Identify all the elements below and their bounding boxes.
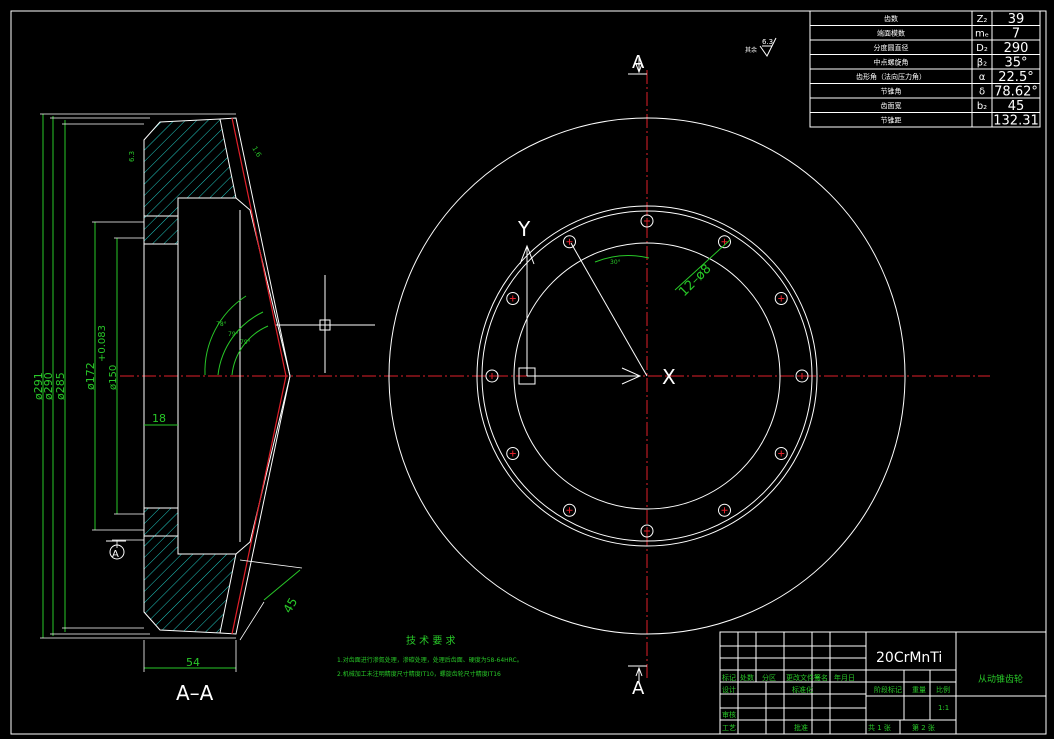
notes-title: 技 术 要 求 (406, 634, 456, 647)
tb-review: 审核 (722, 710, 736, 719)
centerlines (120, 70, 990, 680)
hole-count-dim: 12–ø8 (674, 239, 731, 300)
param-symbol: b₂ (977, 101, 987, 112)
param-name: 齿面宽 (881, 101, 902, 110)
param-symbol: α (979, 72, 986, 83)
dim-tilt: 1.6 (250, 145, 263, 159)
tb-zone: 分区 (762, 673, 776, 682)
drawing-canvas: 齿数 Z₂ 39 端面模数 mₑ 7 分度圆直径 D₂ 290 中点螺旋角 β₂ 35° 齿形角（法向压… (10, 10, 1047, 735)
dim-d150: ø150 (108, 365, 119, 390)
tb-approve: 批准 (794, 723, 808, 732)
notes-line-2: 2.机械加工未注明精度尺寸精度IT10，螺旋齿轮尺寸精度IT16 (337, 670, 501, 678)
param-name: 齿形角（法向压力角） (856, 72, 926, 81)
dim-face: 45 (280, 595, 300, 615)
dim-d285: ø285 (54, 372, 67, 400)
section-marker-a: A (106, 540, 126, 560)
notes-line-1: 1.对齿面进行渗氮处理，渗碳处理，处理后齿面、硬度为58-64HRC。 (337, 656, 523, 664)
param-symbol: δ (979, 87, 985, 98)
section-view-title: A–A (176, 681, 214, 705)
section-cut-label-bottom: A (632, 678, 645, 699)
param-value: 45 (1008, 99, 1025, 114)
dim-rough: 6.3 (128, 151, 136, 162)
section-marker-letter: A (112, 549, 119, 560)
tb-sign: 签名 (814, 673, 828, 682)
param-name: 齿数 (884, 14, 898, 23)
dim-angle-2: 79° (228, 331, 239, 338)
param-symbol: mₑ (975, 29, 989, 40)
dim-d172: ø172 (84, 362, 97, 390)
bolt-hole-center (778, 450, 785, 457)
x-axis-label: X (662, 365, 676, 389)
tb-design: 设计 (722, 685, 736, 694)
param-name: 中点螺旋角 (874, 58, 909, 67)
dim-angle-3: 79° (240, 339, 251, 346)
tb-stage: 阶段标记 (874, 685, 902, 694)
dim-width: 54 (186, 656, 200, 669)
tb-date: 年月日 (834, 673, 855, 682)
section-cut-label-top: A (632, 52, 645, 73)
material-label: 20CrMnTi (876, 650, 942, 666)
dim-hub: 18 (152, 412, 166, 425)
bolt-hole-center (721, 238, 728, 245)
bolt-hole-center (778, 295, 785, 302)
section-markers (628, 55, 647, 684)
hole-angle-dim: 30° (594, 255, 650, 266)
hatch-bottom (143, 535, 237, 634)
param-name: 端面模数 (877, 29, 905, 38)
bolt-hole-center (644, 218, 650, 224)
tb-std: 标准化 (792, 685, 813, 694)
tb-scale: 比例 (936, 685, 950, 694)
bolt-hole-center (644, 528, 650, 534)
bolt-hole-center (489, 373, 495, 379)
tb-sheets: 共 1 张 (868, 723, 891, 732)
tb-process: 工艺 (722, 724, 736, 732)
param-value: 78.62° (994, 85, 1038, 100)
dim-tol-up: +0.083 (97, 325, 108, 362)
param-symbol: β₂ (977, 58, 987, 69)
roughness-value: 6.3 (762, 38, 773, 46)
param-name: 节锥角 (881, 87, 902, 96)
param-name: 节锥距 (881, 116, 902, 125)
hole-angle-text: 30° (610, 259, 621, 266)
hatch-top (143, 118, 237, 217)
param-name: 分度圆直径 (874, 43, 909, 52)
param-value: 22.5° (998, 70, 1033, 85)
param-symbol: D₂ (976, 43, 988, 54)
cad-crosshair (275, 275, 375, 373)
param-symbol: Z₂ (977, 14, 988, 25)
parameter-table: 齿数 Z₂ 39 端面模数 mₑ 7 分度圆直径 D₂ 290 中点螺旋角 β₂ 35° 齿形角（法向压… (809, 10, 1041, 129)
tb-weight: 重量 (912, 686, 926, 694)
param-value: 7 (1012, 27, 1020, 42)
param-value: 132.31 (993, 114, 1039, 129)
param-value: 35° (1004, 56, 1027, 71)
param-value: 39 (1008, 12, 1025, 27)
tb-sheet: 第 2 张 (912, 723, 935, 732)
coordinate-axes (518, 242, 648, 385)
y-axis-label: Y (517, 217, 531, 241)
bolt-hole-center (799, 373, 805, 379)
tb-scale-value: 1:1 (938, 704, 949, 712)
bolt-hole-center (509, 450, 516, 457)
bolt-hole-center (509, 295, 516, 302)
hole-count-label: 12–ø8 (676, 261, 714, 299)
param-value: 290 (1004, 41, 1029, 56)
dim-angle-1: 78° (216, 321, 227, 328)
tb-count: 处数 (740, 673, 754, 682)
part-name: 从动锥齿轮 (978, 673, 1023, 685)
roughness-symbol: 其余 6.3 (745, 37, 777, 57)
tb-mark: 标记 (722, 673, 736, 682)
bolt-hole-center (566, 507, 573, 514)
roughness-label: 其余 (745, 46, 757, 54)
bolt-hole-center (721, 507, 728, 514)
